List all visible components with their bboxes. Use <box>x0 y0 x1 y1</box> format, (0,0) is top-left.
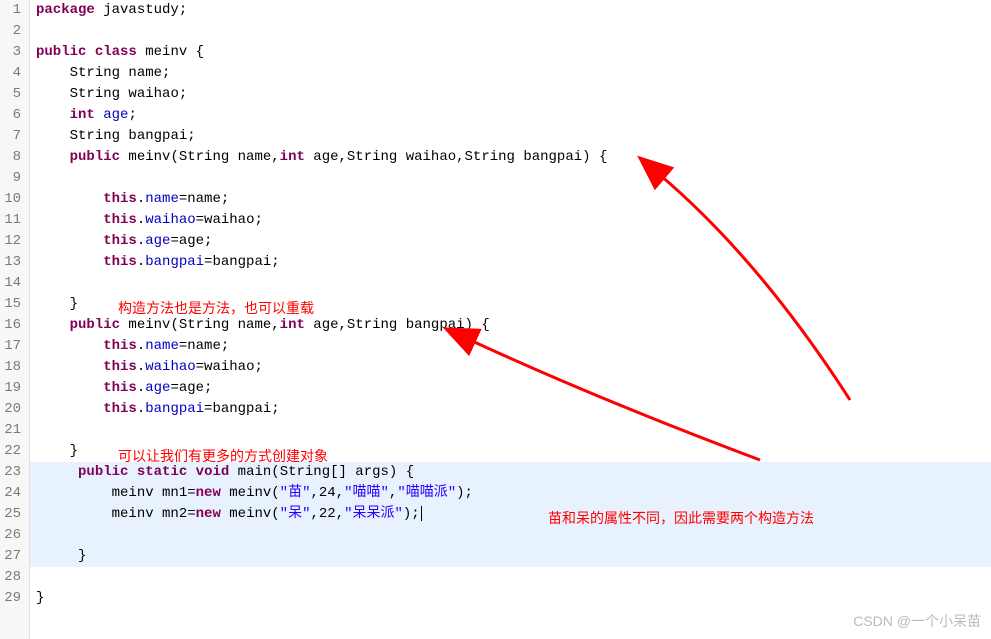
line-number: 25 <box>0 504 21 525</box>
line-number: 11 <box>0 210 21 231</box>
line-number: 2 <box>0 21 21 42</box>
code-line[interactable]: this.name=name; <box>30 336 991 357</box>
code-line[interactable]: this.waihao=waihao; <box>30 357 991 378</box>
code-line[interactable] <box>30 21 991 42</box>
code-line[interactable]: this.waihao=waihao; <box>30 210 991 231</box>
annotation-text: 可以让我们有更多的方式创建对象 <box>118 446 328 466</box>
line-number: 15 <box>0 294 21 315</box>
line-number: 20 <box>0 399 21 420</box>
line-number: 22 <box>0 441 21 462</box>
code-line[interactable]: this.age=age; <box>30 378 991 399</box>
code-line[interactable]: this.bangpai=bangpai; <box>30 399 991 420</box>
annotation-text: 构造方法也是方法，也可以重载 <box>118 298 314 318</box>
code-line[interactable]: package javastudy; <box>30 0 991 21</box>
line-gutter: 1 2 3 4 5 6 7 8 9 10 11 12 13 14 15 16 1… <box>0 0 30 639</box>
line-number: 27 <box>0 546 21 567</box>
line-number: 1 <box>0 0 21 21</box>
code-line[interactable] <box>30 567 991 588</box>
line-number: 24 <box>0 483 21 504</box>
line-number: 7 <box>0 126 21 147</box>
code-line[interactable]: } <box>30 546 991 567</box>
code-line[interactable]: } <box>30 588 991 609</box>
line-number: 3 <box>0 42 21 63</box>
line-number: 17 <box>0 336 21 357</box>
code-line[interactable]: this.name=name; <box>30 189 991 210</box>
code-line[interactable]: String waihao; <box>30 84 991 105</box>
line-number: 4 <box>0 63 21 84</box>
line-number: 6 <box>0 105 21 126</box>
line-number: 23 <box>0 462 21 483</box>
line-number: 9 <box>0 168 21 189</box>
annotation-text: 苗和呆的属性不同，因此需要两个构造方法 <box>548 508 814 528</box>
code-line[interactable]: public class meinv { <box>30 42 991 63</box>
code-line[interactable]: String name; <box>30 63 991 84</box>
code-line[interactable] <box>30 273 991 294</box>
code-line[interactable]: public meinv(String name,int age,String … <box>30 315 991 336</box>
code-line[interactable]: int age; <box>30 105 991 126</box>
code-line[interactable]: this.bangpai=bangpai; <box>30 252 991 273</box>
line-number: 5 <box>0 84 21 105</box>
line-number: 18 <box>0 357 21 378</box>
line-number: 12 <box>0 231 21 252</box>
line-number: 8 <box>0 147 21 168</box>
line-number: 13 <box>0 252 21 273</box>
code-editor: 1 2 3 4 5 6 7 8 9 10 11 12 13 14 15 16 1… <box>0 0 991 639</box>
code-line[interactable] <box>30 420 991 441</box>
line-number: 29 <box>0 588 21 609</box>
line-number: 28 <box>0 567 21 588</box>
line-number: 19 <box>0 378 21 399</box>
watermark-text: CSDN @一个小呆苗 <box>853 611 981 631</box>
code-line[interactable]: meinv mn1=new meinv("苗",24,"喵喵","喵喵派"); <box>30 483 991 504</box>
code-line[interactable]: meinv mn2=new meinv("呆",22,"呆呆派"); <box>30 504 991 525</box>
line-number: 16 <box>0 315 21 336</box>
code-line[interactable] <box>30 525 991 546</box>
code-area[interactable]: package javastudy; public class meinv { … <box>30 0 991 639</box>
line-number: 21 <box>0 420 21 441</box>
code-line[interactable]: String bangpai; <box>30 126 991 147</box>
line-number: 10 <box>0 189 21 210</box>
line-number: 14 <box>0 273 21 294</box>
code-line[interactable]: this.age=age; <box>30 231 991 252</box>
line-number: 26 <box>0 525 21 546</box>
code-line[interactable] <box>30 168 991 189</box>
code-line[interactable]: public meinv(String name,int age,String … <box>30 147 991 168</box>
